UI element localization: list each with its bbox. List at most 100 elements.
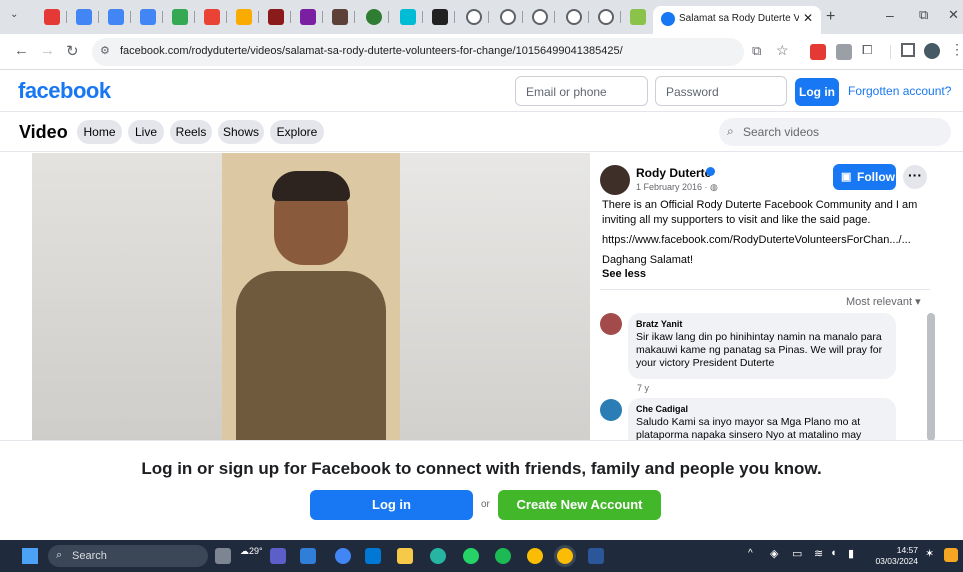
header-login-button[interactable]: Log in [795, 78, 839, 106]
taskbar-search[interactable]: ⌕ Search [48, 545, 208, 567]
tab-separator [98, 11, 99, 23]
docs-tab-icon[interactable] [76, 9, 92, 25]
teams-icon[interactable] [270, 548, 286, 564]
reload-icon[interactable]: ↻ [66, 42, 79, 60]
tab-icon[interactable] [366, 9, 382, 25]
whatsapp-icon[interactable] [463, 548, 479, 564]
word-icon[interactable] [588, 548, 604, 564]
canva-tab-icon[interactable] [400, 9, 416, 25]
bookmark-star-icon[interactable]: ☆ [776, 42, 789, 59]
new-tab-icon[interactable]: + [826, 8, 835, 26]
extension-icon[interactable] [810, 44, 826, 60]
site-info-icon[interactable]: ⚙ [100, 44, 110, 57]
tray-chevron-icon[interactable]: ^ [748, 548, 753, 559]
clock[interactable]: 14:57 03/03/2024 [872, 545, 918, 567]
forgotten-account-link[interactable]: Forgotten account? [848, 84, 951, 98]
tab-search-icon[interactable]: ⌄ [10, 9, 24, 23]
edge-icon[interactable] [430, 548, 446, 564]
extension-icon[interactable] [836, 44, 852, 60]
web-tab-icon[interactable] [566, 9, 582, 25]
app-icon[interactable] [335, 548, 351, 564]
web-tab-icon[interactable] [500, 9, 516, 25]
browser-menu-icon[interactable]: ⋮ [950, 41, 963, 58]
comment-author[interactable]: Bratz Yanit [636, 319, 888, 329]
login-button[interactable]: Log in [310, 490, 473, 520]
gmail-tab-icon[interactable] [204, 9, 220, 25]
tab-icon[interactable] [268, 9, 284, 25]
tab-live[interactable]: Live [128, 120, 164, 144]
facebook-logo[interactable]: facebook [18, 78, 111, 104]
side-panel-icon[interactable] [901, 43, 915, 57]
copilot-icon[interactable] [944, 548, 958, 562]
tab-separator [454, 11, 455, 23]
tab-icon[interactable] [630, 9, 646, 25]
battery-icon[interactable]: ▮ [848, 547, 854, 560]
sheets-tab-icon[interactable] [172, 9, 188, 25]
tab-icon[interactable] [300, 9, 316, 25]
notification-icon[interactable]: ✶ [925, 547, 934, 560]
file-explorer-icon[interactable] [397, 548, 413, 564]
divider [600, 289, 930, 290]
task-view-icon[interactable] [215, 548, 231, 564]
active-tab[interactable]: Salamat sa Rody Duterte Volun ✕ [653, 6, 821, 34]
follow-button[interactable]: ▣ Follow [833, 164, 896, 190]
comment-author[interactable]: Che Cadigal [636, 404, 888, 414]
minimize-icon[interactable]: – [886, 7, 894, 23]
tab-shows[interactable]: Shows [218, 120, 264, 144]
tab-home[interactable]: Home [77, 120, 122, 144]
password-field[interactable]: Password [655, 76, 787, 106]
web-tab-icon[interactable] [532, 9, 548, 25]
keyboard-icon[interactable]: ▭ [792, 547, 802, 560]
post-link[interactable]: https://www.facebook.com/RodyDuterteVolu… [602, 234, 911, 246]
app-icon[interactable] [300, 548, 316, 564]
tab-separator [162, 11, 163, 23]
tab-explore[interactable]: Explore [270, 120, 324, 144]
chrome-icon[interactable] [557, 548, 573, 564]
comment-avatar[interactable] [600, 399, 622, 421]
email-field[interactable]: Email or phone [515, 76, 648, 106]
cast-icon[interactable]: ⧉ [752, 43, 761, 59]
more-options-icon[interactable]: ··· [903, 165, 927, 189]
store-icon[interactable] [365, 548, 381, 564]
search-icon: ⌕ [727, 124, 734, 138]
comments-scrollbar[interactable] [927, 313, 935, 441]
tray-app-icon[interactable]: ◈ [770, 547, 778, 560]
docs-tab-icon[interactable] [140, 9, 156, 25]
tab-icon[interactable] [432, 9, 448, 25]
docs-tab-icon[interactable] [108, 9, 124, 25]
volume-icon[interactable]: ◖ [830, 547, 837, 559]
web-tab-icon[interactable] [466, 9, 482, 25]
tab-icon[interactable] [332, 9, 348, 25]
windows-start-icon[interactable] [22, 548, 38, 564]
tab-separator [488, 11, 489, 23]
tab-icon[interactable] [236, 9, 252, 25]
extensions-puzzle-icon[interactable]: ⧠ [862, 42, 872, 58]
forward-icon[interactable]: → [40, 42, 55, 59]
comment-avatar[interactable] [600, 313, 622, 335]
window-close-icon[interactable]: ✕ [948, 7, 959, 23]
close-tab-icon[interactable]: ✕ [803, 11, 813, 25]
youtube-tab-icon[interactable] [44, 9, 60, 25]
sort-label: Most relevant [846, 296, 913, 308]
video-area [0, 153, 590, 441]
follow-icon: ▣ [841, 171, 852, 183]
tab-reels[interactable]: Reels [170, 120, 212, 144]
sort-dropdown[interactable]: Most relevant ▾ [846, 295, 921, 308]
create-account-button[interactable]: Create New Account [498, 490, 661, 520]
verified-badge-icon [706, 167, 715, 176]
search-videos-input[interactable]: ⌕ Search videos [719, 118, 951, 146]
back-icon[interactable]: ← [14, 42, 29, 59]
chrome-icon[interactable] [527, 548, 543, 564]
video-player[interactable] [32, 153, 590, 441]
weather-widget[interactable]: ☁29° [240, 546, 263, 557]
author-avatar[interactable] [600, 165, 630, 195]
profile-avatar[interactable] [924, 43, 940, 59]
spotify-icon[interactable] [495, 548, 511, 564]
url-field[interactable]: ⚙ facebook.com/rodyduterte/videos/salama… [92, 38, 744, 66]
see-less-link[interactable]: See less [602, 268, 646, 280]
web-tab-icon[interactable] [598, 9, 614, 25]
restore-icon[interactable]: ⧉ [919, 7, 928, 23]
wifi-icon[interactable]: ≋ [814, 547, 823, 560]
author-name[interactable]: Rody Duterte [636, 166, 711, 180]
tab-separator [422, 11, 423, 23]
